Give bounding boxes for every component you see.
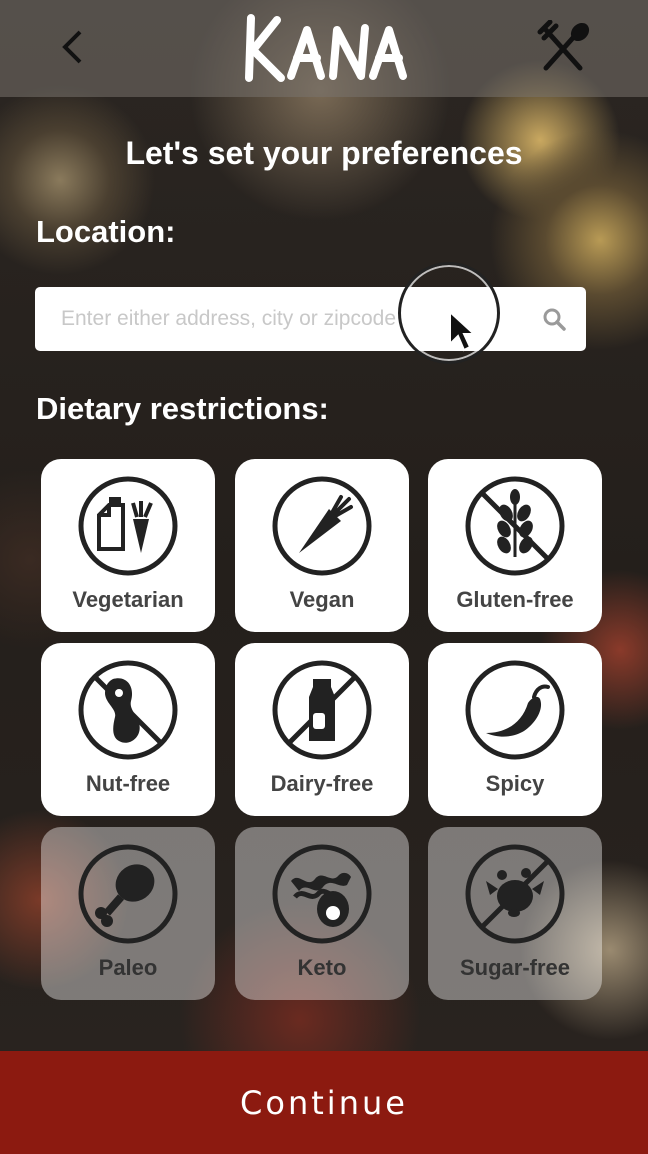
diet-tile-spicy[interactable]: Spicy xyxy=(428,643,602,816)
dietary-label: Dietary restrictions: xyxy=(36,391,329,426)
bacon-avocado-icon xyxy=(272,844,372,944)
drumstick-icon xyxy=(78,844,178,944)
diet-tile-keto[interactable]: Keto xyxy=(235,827,409,1000)
restaurant-menu-button[interactable] xyxy=(536,19,592,76)
diet-tile-gluten-free[interactable]: Gluten-free xyxy=(428,459,602,632)
fork-spoon-icon xyxy=(537,19,590,71)
diet-label: Vegetarian xyxy=(72,587,184,612)
diet-label: Gluten-free xyxy=(456,587,574,612)
search-icon[interactable] xyxy=(542,307,566,331)
diet-label: Spicy xyxy=(485,771,545,796)
gluten-free-icon xyxy=(465,476,565,576)
diet-tile-sugar-free[interactable]: Sugar-free xyxy=(428,827,602,1000)
diet-tile-nut-free[interactable]: Nut-free xyxy=(41,643,215,816)
location-search-box[interactable] xyxy=(35,287,586,351)
top-bar xyxy=(0,0,648,97)
diet-label: Dairy-free xyxy=(270,771,374,796)
diet-label: Paleo xyxy=(98,955,158,980)
diet-tile-dairy-free[interactable]: Dairy-free xyxy=(235,643,409,816)
chili-pepper-icon xyxy=(465,660,565,760)
dairy-free-icon xyxy=(272,660,372,760)
diet-tile-paleo[interactable]: Paleo xyxy=(41,827,215,1000)
page-title: Let's set your preferences xyxy=(125,135,523,171)
diet-tile-vegetarian[interactable]: Vegetarian xyxy=(41,459,215,632)
diet-label: Sugar-free xyxy=(459,955,571,980)
diet-label: Nut-free xyxy=(85,771,171,796)
vegan-icon xyxy=(272,476,372,576)
kana-logo xyxy=(245,14,407,82)
sugar-free-icon xyxy=(465,844,565,944)
continue-button[interactable]: Continue xyxy=(0,1051,648,1154)
diet-tile-vegan[interactable]: Vegan xyxy=(235,459,409,632)
location-label: Location: xyxy=(36,214,176,249)
diet-label: Keto xyxy=(297,955,347,980)
diet-label: Vegan xyxy=(289,587,355,612)
vegetarian-icon xyxy=(78,476,178,576)
nut-free-icon xyxy=(78,660,178,760)
pointer-cursor-icon xyxy=(449,310,476,352)
